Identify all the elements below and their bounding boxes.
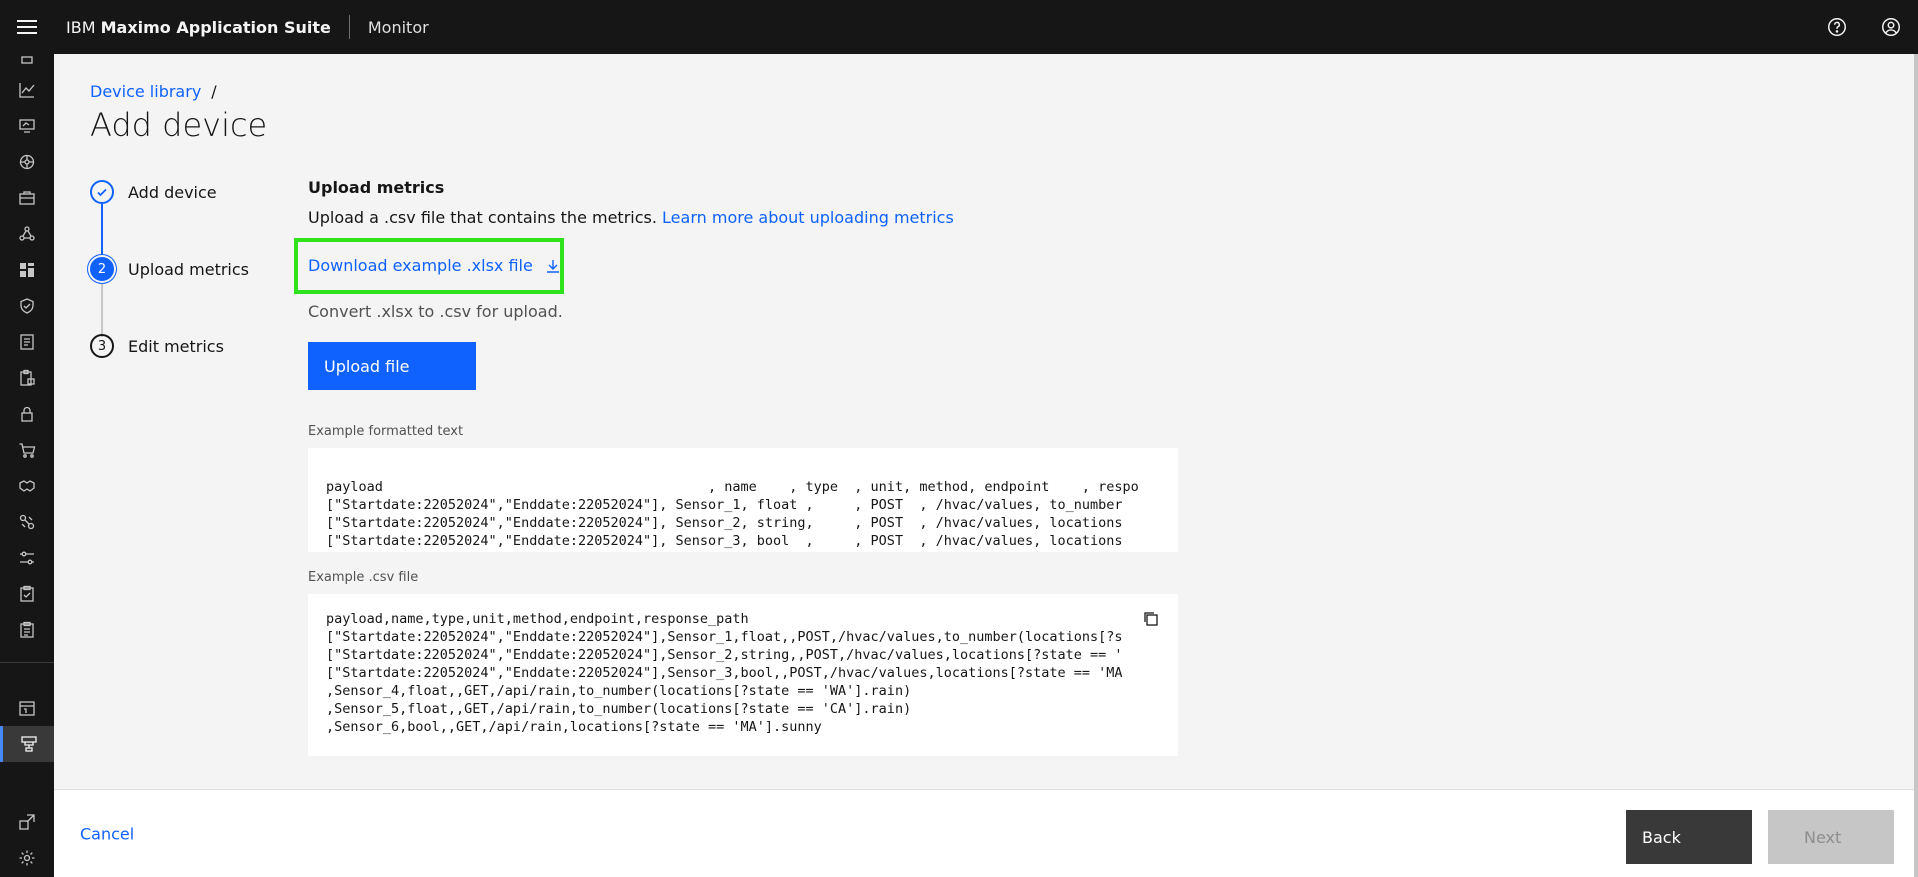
cart-icon[interactable] <box>0 432 54 468</box>
step-upload-metrics[interactable]: 2 Upload metrics <box>90 257 249 281</box>
next-button: Next <box>1768 810 1894 864</box>
monitor-icon[interactable] <box>0 108 54 144</box>
top-header: IBM Maximo Application Suite Monitor <box>0 0 1918 54</box>
header-divider <box>348 15 350 39</box>
section-title: Upload metrics <box>308 178 445 197</box>
breadcrumb-separator: / <box>211 82 217 101</box>
brand-product: Maximo Application Suite <box>100 17 331 37</box>
download-link-label: Download example .xlsx file <box>308 256 533 275</box>
main-content: Device library / Add device Add device 2… <box>54 54 1914 789</box>
lock-icon[interactable] <box>0 396 54 432</box>
checkmark-icon <box>90 180 114 204</box>
wizard-footer: Cancel Back Next <box>54 789 1914 877</box>
checklist-icon[interactable] <box>0 576 54 612</box>
step-number: 3 <box>90 334 114 358</box>
step-number: 2 <box>90 257 114 281</box>
formatted-text-code: payload , name , type , unit, method, en… <box>326 479 1139 549</box>
clipboard-lock-icon[interactable] <box>0 360 54 396</box>
formatted-text-block[interactable]: payload , name , type , unit, method, en… <box>308 448 1178 552</box>
copy-icon[interactable] <box>1140 608 1162 630</box>
model-icon[interactable] <box>0 216 54 252</box>
convert-note: Convert .xlsx to .csv for upload. <box>308 302 563 321</box>
csv-code: payload,name,type,unit,method,endpoint,r… <box>326 611 1123 735</box>
app-name: Monitor <box>367 17 429 37</box>
device-library-icon[interactable] <box>0 726 54 762</box>
brand-name[interactable]: IBM Maximo Application Suite <box>54 18 331 37</box>
download-example-link[interactable]: Download example .xlsx file <box>308 256 561 275</box>
chart-line-icon[interactable] <box>0 72 54 108</box>
page-title: Add device <box>90 106 268 144</box>
network-icon[interactable] <box>0 144 54 180</box>
report-icon[interactable] <box>0 324 54 360</box>
clipboard-icon[interactable] <box>0 612 54 648</box>
sliders-icon[interactable] <box>0 540 54 576</box>
step-label: Edit metrics <box>128 336 224 356</box>
user-avatar-icon[interactable] <box>1864 0 1918 54</box>
step-edit-metrics[interactable]: 3 Edit metrics <box>90 334 224 358</box>
upload-file-button[interactable]: Upload file <box>308 342 476 390</box>
cancel-button[interactable]: Cancel <box>80 825 134 844</box>
csv-code-block[interactable]: payload,name,type,unit,method,endpoint,r… <box>308 594 1178 756</box>
learn-more-link[interactable]: Learn more about uploading metrics <box>662 208 954 227</box>
back-button[interactable]: Back <box>1626 810 1752 864</box>
rail-divider <box>0 662 54 663</box>
header-actions <box>1810 0 1918 54</box>
section-description: Upload a .csv file that contains the met… <box>308 208 954 227</box>
formatted-text-label: Example formatted text <box>308 424 464 439</box>
breadcrumb-device-library-link[interactable]: Device library <box>90 82 201 101</box>
settings-icon[interactable] <box>0 840 54 876</box>
side-rail <box>0 54 54 877</box>
tools-icon[interactable] <box>0 504 54 540</box>
scrollbar[interactable] <box>1914 54 1918 877</box>
step-label: Upload metrics <box>128 259 250 279</box>
download-icon <box>546 259 559 273</box>
progress-line-incomplete <box>101 281 103 337</box>
calendar-icon[interactable] <box>0 690 54 726</box>
step-label: Add device <box>128 182 217 202</box>
shield-check-icon[interactable] <box>0 288 54 324</box>
description-text: Upload a .csv file that contains the met… <box>308 208 657 227</box>
breadcrumb: Device library / <box>90 82 217 101</box>
step-add-device[interactable]: Add device <box>90 180 217 204</box>
help-icon[interactable] <box>1810 0 1864 54</box>
dashboard-icon[interactable] <box>0 252 54 288</box>
toolbox-icon[interactable] <box>0 180 54 216</box>
handshake-icon[interactable] <box>0 468 54 504</box>
launch-icon[interactable] <box>0 804 54 840</box>
brand-prefix: IBM <box>66 17 96 37</box>
csv-file-label: Example .csv file <box>308 570 419 585</box>
progress-line-complete <box>101 204 103 260</box>
